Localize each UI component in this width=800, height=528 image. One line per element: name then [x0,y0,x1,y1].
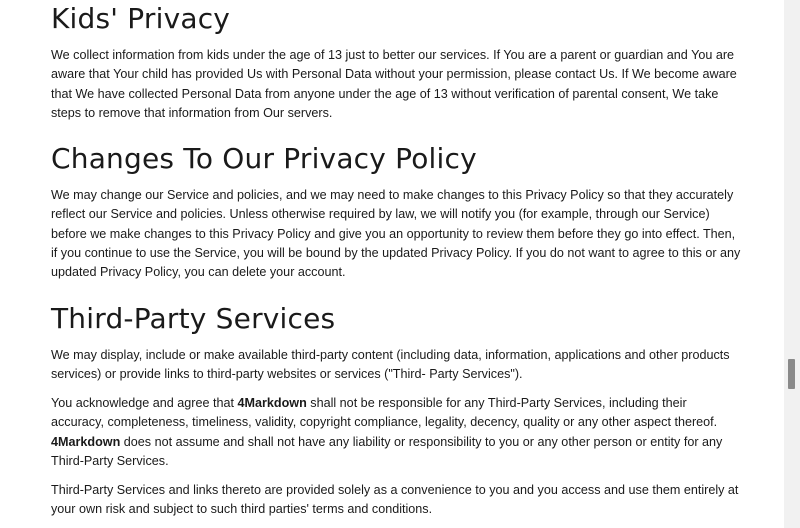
third-party-p2-part-a: You acknowledge and agree that [51,396,238,410]
third-party-p2-part-c: does not assume and shall not have any l… [51,434,723,468]
third-party-paragraph-1: We may display, include or make availabl… [51,348,730,382]
brand-name: 4Markdown [51,434,121,449]
third-party-paragraph-2: You acknowledge and agree that 4Markdown… [51,394,741,471]
vertical-scrollbar[interactable] [784,0,800,528]
scrollbar-thumb[interactable] [788,359,795,389]
third-party-paragraph-3: Third-Party Services and links thereto a… [51,483,739,517]
kids-privacy-heading: Kids' Privacy [51,2,231,35]
kids-privacy-paragraph: We collect information from kids under t… [51,48,737,120]
third-party-heading: Third-Party Services [51,302,336,335]
changes-policy-heading: Changes To Our Privacy Policy [51,142,477,175]
changes-policy-paragraph: We may change our Service and policies, … [51,188,741,280]
brand-name: 4Markdown [237,396,307,410]
